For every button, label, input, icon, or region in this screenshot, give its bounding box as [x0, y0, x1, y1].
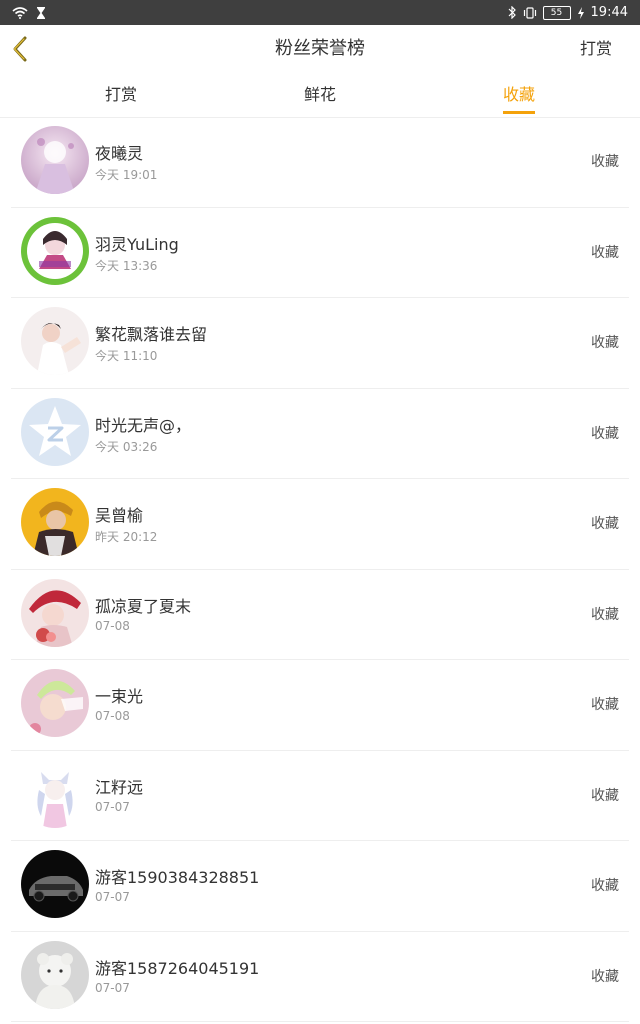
- battery-icon: 55: [542, 5, 571, 20]
- avatar: [21, 397, 89, 466]
- favorite-label: 收藏: [591, 787, 619, 804]
- bluetooth-icon: [508, 6, 516, 19]
- avatar: [21, 940, 89, 1009]
- list-item[interactable]: 一束光 07-08 收藏: [11, 660, 629, 751]
- list-item[interactable]: 游客1587264045191 07-07 收藏: [11, 932, 629, 1022]
- fan-time: 今天 11:10: [95, 349, 158, 363]
- status-right: 55 19:44: [508, 5, 628, 20]
- tab-tip[interactable]: 打赏: [105, 72, 137, 117]
- list-item[interactable]: 江籽远 07-07 收藏: [11, 751, 629, 841]
- avatar: [21, 759, 89, 828]
- vibrate-icon: [523, 6, 536, 19]
- fan-name: 羽灵YuLing: [95, 234, 179, 254]
- favorite-label: 收藏: [591, 968, 619, 985]
- tab-label: 鲜花: [303, 85, 337, 104]
- fan-time: 07-07: [95, 980, 130, 995]
- status-bar: 55 19:44: [0, 0, 640, 25]
- fan-list: 夜曦灵 今天 19:01 收藏 羽灵YuLing 今天 13:36 收藏 繁花飘…: [0, 117, 640, 1022]
- fan-name: 孤凉夏了夏末: [95, 596, 192, 616]
- list-item[interactable]: 游客1590384328851 07-07 收藏: [11, 841, 629, 932]
- avatar: [21, 126, 89, 194]
- avatar: [21, 850, 89, 918]
- list-item[interactable]: 吴曾榆 昨天 20:12 收藏: [11, 479, 629, 570]
- tab-favorites[interactable]: 收藏: [502, 72, 536, 117]
- list-item[interactable]: 孤凉夏了夏末 07-08 收藏: [11, 570, 629, 660]
- tip-button[interactable]: 打赏: [580, 25, 612, 72]
- avatar: [21, 669, 89, 737]
- fan-time: 今天 13:36: [95, 258, 158, 273]
- page-title: 粉丝荣誉榜: [275, 38, 365, 59]
- fan-name: 江籽远: [95, 777, 144, 797]
- fan-time: 今天 03:26: [95, 439, 158, 454]
- list-item[interactable]: 时光无声@， 今天 03:26 收藏: [11, 389, 629, 479]
- active-tab-indicator: [502, 111, 536, 114]
- fan-time: 今天 19:01: [95, 168, 158, 182]
- favorite-label: 收藏: [591, 335, 619, 351]
- tab-bar: 打赏 鲜花 收藏: [0, 72, 640, 118]
- favorite-label: 收藏: [591, 244, 619, 261]
- fan-time: 07-07: [95, 890, 130, 904]
- status-left: [12, 6, 46, 19]
- tab-flowers[interactable]: 鲜花: [304, 72, 336, 117]
- list-item[interactable]: 羽灵YuLing 今天 13:36 收藏: [11, 208, 629, 298]
- fan-time: 07-08: [95, 709, 130, 723]
- tab-label: 打赏: [104, 85, 138, 104]
- fan-time: 07-08: [95, 618, 130, 633]
- avatar: [21, 578, 89, 647]
- list-item[interactable]: 繁花飘落谁去留 今天 11:10 收藏: [11, 298, 629, 389]
- fan-time: 07-07: [95, 799, 130, 814]
- fan-name: 夜曦灵: [95, 144, 144, 163]
- fan-name: 时光无声@，: [95, 415, 192, 435]
- fan-time: 昨天 20:12: [95, 530, 158, 544]
- avatar: [21, 216, 89, 285]
- tab-label: 收藏: [502, 85, 536, 104]
- favorite-label: 收藏: [591, 878, 619, 894]
- status-time: 19:44: [590, 5, 628, 20]
- favorite-label: 收藏: [591, 425, 619, 442]
- fan-name: 游客1587264045191: [95, 958, 260, 978]
- fan-name: 游客1590384328851: [95, 868, 260, 887]
- avatar: [21, 307, 89, 375]
- charging-icon: [577, 6, 584, 19]
- header: 粉丝荣誉榜 打赏: [0, 25, 640, 73]
- fan-name: 吴曾榆: [95, 506, 144, 525]
- favorite-label: 收藏: [591, 606, 619, 623]
- favorite-label: 收藏: [591, 516, 619, 532]
- favorite-label: 收藏: [591, 697, 619, 713]
- wifi-icon: [12, 6, 28, 19]
- avatar: [21, 488, 89, 556]
- list-item[interactable]: 夜曦灵 今天 19:01 收藏: [11, 117, 629, 208]
- fan-name: 一束光: [95, 687, 144, 706]
- fan-name: 繁花飘落谁去留: [95, 325, 208, 344]
- hourglass-icon: [37, 6, 45, 19]
- favorite-label: 收藏: [591, 154, 619, 170]
